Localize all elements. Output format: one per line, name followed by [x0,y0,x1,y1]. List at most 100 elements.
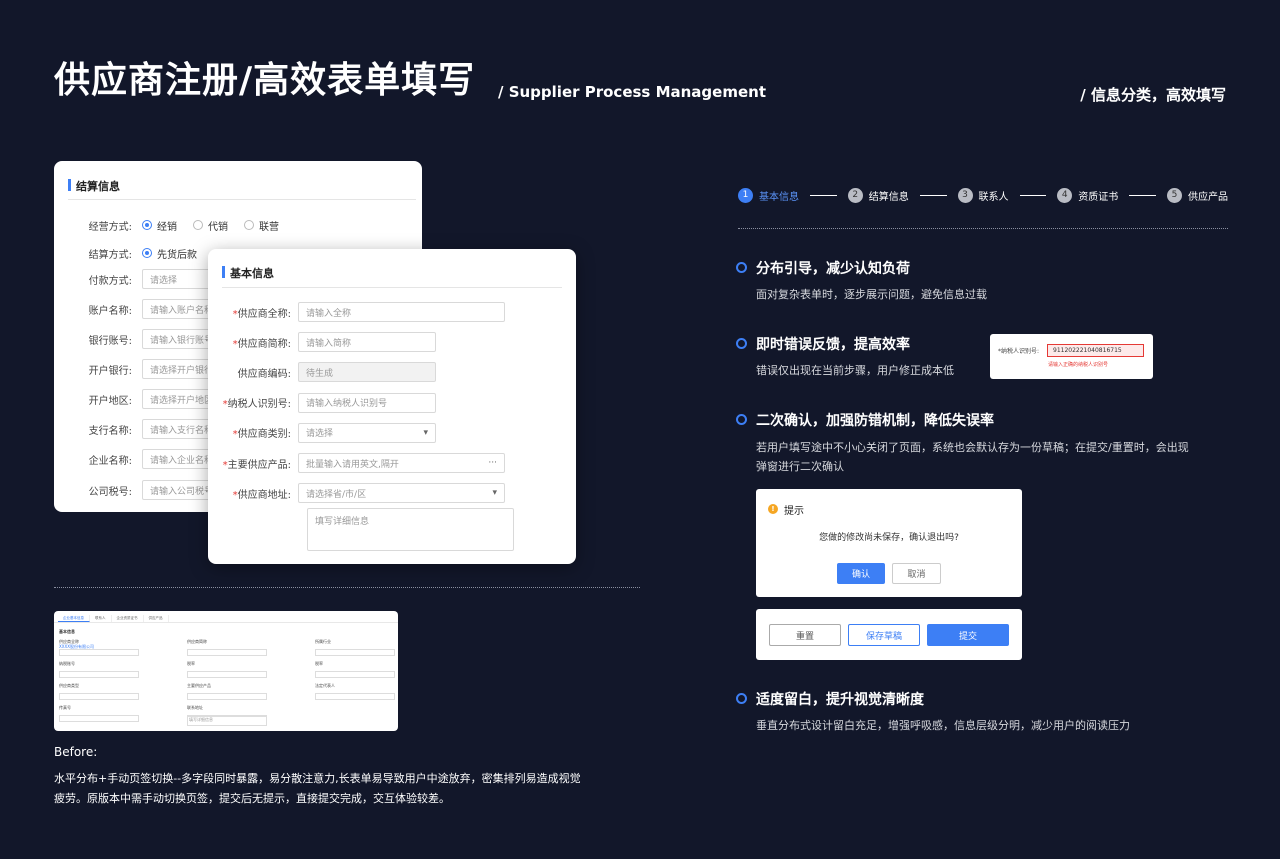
step-3[interactable]: 3 联系人 [957,187,1009,203]
dialog-confirm-button[interactable]: 确认 [837,563,885,584]
step-connector [810,194,837,196]
thumb-input[interactable] [59,649,139,656]
step-label: 基本信息 [759,191,799,203]
before-description-1: 水平分布+手动页签切换--多字段同时暴露，易分散注意力,长表单易导致用户中途放弃… [54,772,581,785]
step-label: 联系人 [978,191,1009,203]
field-label-text: 供应商全称: [237,308,291,320]
step-2[interactable]: 2 结算信息 [847,187,909,203]
bullet-icon [736,262,747,273]
form-row: *供应商地址: 请选择省/市/区 ▾ [208,483,505,504]
save-draft-button[interactable]: 保存草稿 [848,624,920,646]
thumb-input[interactable] [187,693,267,700]
feature-heading: 分布引导，减少认知负荷 [756,261,910,277]
input-placeholder: 请选择省/市/区 [306,489,367,500]
field-label: *供应商简称: [208,335,298,350]
thumb-input[interactable] [315,671,395,678]
thumb-field-label: 法定代表人 [315,683,335,688]
form-row: *供应商全称: 请输入全称 [208,302,505,322]
thumb-input[interactable] [315,649,395,656]
thumb-input[interactable] [59,693,139,700]
form-row: *主要供应产品: 批量输入请用英文,隔开 ··· [208,453,505,473]
form-row: *供应商类别: 请选择 ▾ [208,422,436,443]
basic-info-card: 基本信息 *供应商全称: 请输入全称 *供应商简称: 请输入简称 供应商编码: 待生成 *纳… [208,249,576,564]
address-detail-textarea[interactable]: 填写详细信息 [307,508,514,551]
form-row: 结算方式: 先货后款 [54,243,213,263]
feature-heading: 二次确认，加强防错机制，降低失误率 [756,413,994,429]
input-placeholder: 请输入公司税号 [150,486,214,497]
page-subtitle: / Supplier Process Management [498,83,766,101]
text-input[interactable]: 批量输入请用英文,隔开 ··· [298,453,505,473]
error-feedback-demo: *纳税人识别号: 911202221040816715 请输入正确的纳税人识别号 [990,334,1153,379]
thumb-tab[interactable]: 联系人 [90,615,112,622]
thumb-input[interactable] [315,693,395,700]
field-label: 供应商编码: [208,365,298,380]
tax-id-input[interactable]: 911202221040816715 [1047,344,1144,357]
field-label: 公司税号: [88,486,132,498]
reset-button[interactable]: 重置 [769,624,841,646]
thumb-input[interactable] [59,671,139,678]
thumb-field-label: 税率 [315,661,323,666]
error-message: 请输入正确的纳税人识别号 [1048,362,1109,368]
input-placeholder: 请选择开户地区 [150,395,214,406]
radio-option[interactable]: 先货后款 [142,246,197,261]
feature-desc: 错误仅出现在当前步骤，用户修正成本低 [756,364,954,377]
radio-option[interactable]: 联营 [244,218,279,233]
step-label: 资质证书 [1078,191,1119,203]
dialog-title: 提示 [784,506,804,517]
select-input[interactable]: 请选择 ▾ [298,422,436,443]
page-tagline: / 信息分类，高效填写 [1080,86,1226,104]
thumb-input[interactable] [187,649,267,656]
tax-id-value: 911202221040816715 [1053,347,1122,354]
field-label: *供应商地址: [208,486,298,501]
right-divider [738,228,1228,229]
radio-icon [193,220,203,230]
form-action-bar: 重置 保存草稿 提交 [756,609,1022,660]
step-number: 4 [1057,187,1073,203]
thumb-tab[interactable]: 供应产品 [144,615,169,622]
input-placeholder: 请输入银行账号 [150,335,214,346]
dialog-message: 您做的修改尚未保存，确认退出吗? [819,533,959,543]
step-5[interactable]: 5 供应产品 [1167,187,1228,203]
field-label-text: 主要供应产品: [227,459,291,471]
radio-option[interactable]: 经销 [142,218,177,233]
dialog-cancel-button[interactable]: 取消 [892,563,941,584]
input-placeholder: 请选择开户银行 [150,365,214,376]
field-label-text: 供应商编码: [237,368,291,380]
address-detail-placeholder: 填写详细信息 [315,517,370,527]
text-input[interactable]: 请输入全称 [298,302,505,322]
thumb-field-label: 联系地址 [187,705,203,710]
stepper: 1 基本信息 2 结算信息 3 联系人 4 资质证书 5 供应产品 [738,186,1228,204]
radio-option[interactable]: 代销 [193,218,228,233]
thumb-field-label: 纳税账号 [59,661,75,666]
step-4[interactable]: 4 资质证书 [1057,187,1119,203]
radio-label: 代销 [208,221,228,233]
radio-icon [142,248,152,258]
text-input[interactable]: 请输入简称 [298,332,436,353]
settlement-card-title: 结算信息 [54,178,120,194]
field-label: 银行账号: [88,335,132,347]
submit-button[interactable]: 提交 [927,624,1009,646]
field-label-text: 供应商简称: [237,338,291,350]
form-row: 经营方式: 经销 代销 联营 [54,215,295,235]
bullet-icon [736,693,747,704]
thumb-input[interactable] [59,715,139,722]
form-row: *供应商简称: 请输入简称 [208,332,436,353]
step-connector [1019,194,1047,196]
thumb-tab[interactable]: 企业基本信息 [58,615,90,622]
thumb-tab[interactable]: 企业资质证书 [112,615,144,622]
radio-label: 先货后款 [157,249,197,261]
input-placeholder: 批量输入请用英文,隔开 [306,459,399,470]
bullet-icon [736,414,747,425]
field-label: *供应商类别: [208,425,298,440]
field-label: 经营方式: [88,221,132,233]
before-screenshot: 企业基本信息 联系人 企业资质证书 供应产品 基本信息 供应商全称 XXXX股份有限公司… [54,611,398,731]
divider [68,199,416,200]
thumb-section-title: 基本信息 [59,629,75,634]
thumb-input[interactable] [187,671,267,678]
chevron-down-icon: ▾ [492,488,497,499]
select-input[interactable]: 请选择省/市/区 ▾ [298,483,505,504]
step-1[interactable]: 1 基本信息 [738,187,799,203]
input-placeholder: 请输入纳税人识别号 [306,399,388,410]
text-input[interactable]: 请输入纳税人识别号 [298,392,436,413]
field-label: 企业名称: [88,455,132,467]
